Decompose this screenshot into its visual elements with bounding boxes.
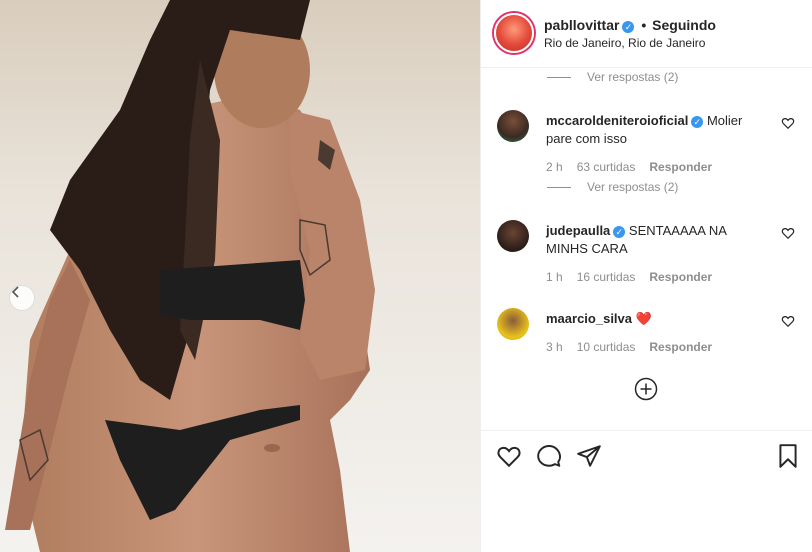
view-replies-button[interactable]: Ver respostas (2) [547, 70, 678, 84]
comment-meta: 2 h 63 curtidas Responder [546, 160, 726, 174]
share-direct-icon[interactable] [576, 443, 602, 469]
comment-text-block: judepaulla ✓ SENTAAAAA NA MINHS CARA [546, 222, 766, 258]
commenter-avatar[interactable] [497, 308, 529, 340]
reply-button[interactable]: Responder [649, 270, 712, 284]
photo-illustration [0, 0, 480, 552]
comment-like-heart-icon[interactable] [781, 116, 795, 130]
author-avatar[interactable] [494, 13, 534, 53]
comment-text-block: maarcio_silva ❤️ [546, 310, 766, 328]
commenter-username[interactable]: mccaroldeniteroioficial [546, 113, 688, 128]
post-photo[interactable] [0, 0, 480, 552]
follow-status-button[interactable]: Seguindo [652, 17, 716, 33]
reply-button[interactable]: Responder [649, 160, 712, 174]
comments-list[interactable]: Ver respostas (2) mccaroldeniteroioficia… [481, 68, 812, 430]
comment-meta: 1 h 16 curtidas Responder [546, 270, 726, 284]
comment-text: ❤️ [635, 311, 652, 326]
post-side-panel: pabllovittar ✓ • Seguindo Rio de Janeiro,… [480, 0, 812, 552]
comment-likes[interactable]: 16 curtidas [577, 270, 636, 284]
comment-like-heart-icon[interactable] [781, 314, 795, 328]
comment-time[interactable]: 1 h [546, 270, 563, 284]
comment-text-block: mccaroldeniteroioficial ✓ Molier pare com… [546, 112, 766, 148]
verified-badge-icon: ✓ [613, 226, 626, 238]
comment-time[interactable]: 2 h [546, 160, 563, 174]
commenter-avatar[interactable] [497, 220, 529, 252]
comment-meta: 3 h 10 curtidas Responder [546, 340, 726, 354]
post-header: pabllovittar ✓ • Seguindo Rio de Janeiro,… [481, 0, 812, 68]
post-actions-bar [481, 430, 812, 480]
view-replies-button[interactable]: Ver respostas (2) [547, 180, 678, 194]
reply-button[interactable]: Responder [649, 340, 712, 354]
save-bookmark-icon[interactable] [775, 443, 801, 469]
replies-divider [547, 76, 571, 78]
like-heart-icon[interactable] [496, 443, 522, 469]
comment-bubble-icon[interactable] [536, 443, 562, 469]
view-replies-label: Ver respostas (2) [587, 180, 679, 194]
comment-time[interactable]: 3 h [546, 340, 563, 354]
load-more-comments-icon[interactable] [634, 377, 658, 401]
chevron-left-icon [11, 286, 19, 298]
replies-divider [547, 186, 571, 188]
author-username[interactable]: pabllovittar [544, 17, 619, 33]
view-replies-label: Ver respostas (2) [587, 70, 679, 84]
commenter-username[interactable]: judepaulla [546, 223, 610, 238]
post-location[interactable]: Rio de Janeiro, Rio de Janeiro [544, 36, 705, 50]
comment-likes[interactable]: 10 curtidas [577, 340, 636, 354]
commenter-avatar[interactable] [497, 110, 529, 142]
header-separator: • [641, 17, 647, 33]
commenter-username[interactable]: maarcio_silva [546, 311, 632, 326]
comment-like-heart-icon[interactable] [781, 226, 795, 240]
previous-photo-button[interactable] [9, 285, 35, 311]
verified-badge-icon: ✓ [622, 21, 635, 33]
author-line: pabllovittar ✓ • Seguindo [544, 17, 716, 33]
comment-likes[interactable]: 63 curtidas [577, 160, 636, 174]
verified-badge-icon: ✓ [691, 116, 704, 128]
